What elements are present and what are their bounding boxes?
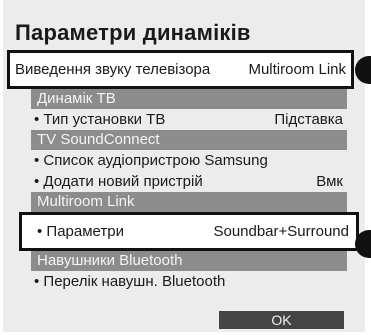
tv-sound-output-label: Виведення звуку телевізора	[15, 61, 211, 78]
section-header-multiroom: Multiroom Link	[31, 192, 347, 212]
bluetooth-headphones-label: Перелік навушн. Bluetooth	[34, 271, 225, 292]
ok-button[interactable]: OK	[219, 311, 344, 329]
multiroom-settings-label: Параметри	[37, 221, 124, 242]
list-item-bluetooth-headphones[interactable]: Перелік навушн. Bluetooth	[31, 271, 347, 292]
install-type-label: Тип установки ТВ	[34, 109, 165, 130]
add-new-device-label: Додати новий пристрій	[34, 171, 202, 192]
list-item-install-type[interactable]: Тип установки ТВ Підставка	[31, 109, 347, 130]
section-header-tv-speaker: Динамік ТВ	[31, 89, 347, 109]
add-new-device-value: Вмк	[316, 173, 343, 190]
settings-list: Динамік ТВ Тип установки ТВ Підставка TV…	[19, 89, 359, 292]
samsung-audio-devices-label: Список аудіопристрою Samsung	[34, 150, 267, 171]
tv-sound-output-row[interactable]: Виведення звуку телевізора Multiroom Lin…	[12, 55, 349, 84]
section-header-bluetooth: Навушники Bluetooth	[31, 251, 347, 271]
list-item-samsung-audio-devices[interactable]: Список аудіопристрою Samsung	[31, 150, 347, 171]
multiroom-settings-value: Soundbar+Surround	[213, 223, 349, 240]
section-header-soundconnect: TV SoundConnect	[31, 130, 347, 150]
page-title: Параметри динаміків	[15, 20, 251, 45]
install-type-value: Підставка	[274, 111, 343, 128]
list-item-multiroom-settings[interactable]: Параметри Soundbar+Surround	[34, 221, 349, 242]
list-item-add-new-device[interactable]: Додати новий пристрій Вмк	[31, 171, 347, 192]
multiroom-settings-highlight[interactable]: Параметри Soundbar+Surround	[19, 212, 359, 251]
tv-sound-output-value: Multiroom Link	[248, 61, 346, 78]
